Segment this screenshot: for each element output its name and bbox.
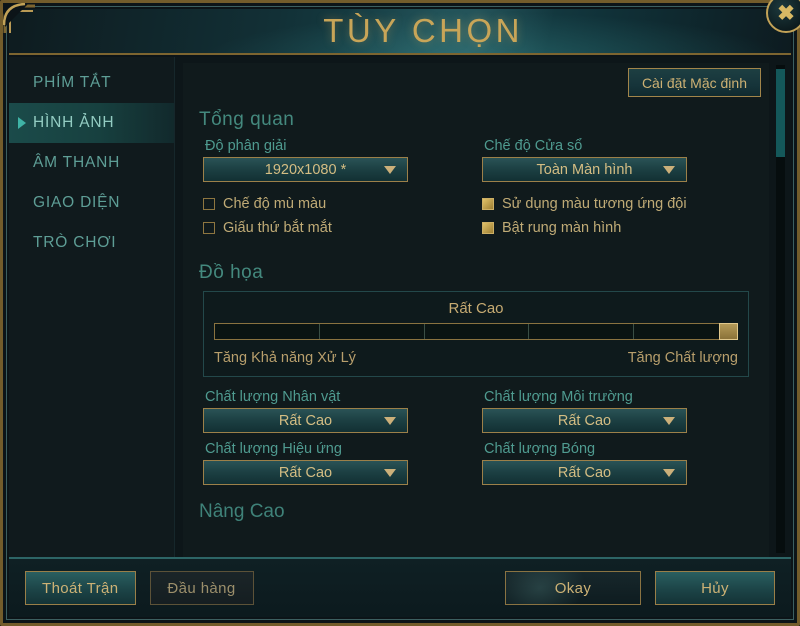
overview-section-title: Tổng quan	[199, 109, 295, 130]
resolution-dropdown[interactable]: 1920x1080 *	[203, 157, 408, 182]
okay-label: Okay	[554, 579, 592, 597]
character-quality-dropdown[interactable]: Rất Cao	[203, 408, 408, 433]
sidebar: PHÍM TẮT HÌNH ẢNH ÂM THANH GIAO DIỆN TRÒ…	[9, 57, 175, 557]
character-quality-label: Chất lượng Nhân vật	[205, 389, 341, 405]
checkbox-label: Giấu thứ bắt mắt	[223, 220, 332, 236]
quality-settings-grid: Chất lượng Nhân vật Rất Cao Chất lượng M…	[197, 389, 755, 485]
chevron-down-icon	[663, 416, 675, 425]
window-mode-label: Chế độ Cửa sổ	[484, 138, 583, 154]
checkbox-checked-icon	[482, 222, 494, 234]
settings-panel: Cài đặt Mặc định Tổng quan Độ phân giải …	[183, 63, 769, 557]
sidebar-item-video[interactable]: HÌNH ẢNH	[9, 103, 174, 143]
checkbox-icon	[203, 198, 215, 210]
graphics-section-title: Đồ họa	[199, 262, 264, 283]
sidebar-item-label: TRÒ CHƠI	[33, 234, 117, 251]
window-mode-field: Chế độ Cửa sổ Toàn Màn hình	[476, 138, 755, 182]
overview-section: Tổng quan Độ phân giải 1920x1080 * Chế đ…	[183, 109, 769, 240]
default-settings-label: Cài đặt Mặc định	[641, 74, 747, 91]
content-scrollbar[interactable]	[776, 65, 785, 553]
advanced-section-title: Nâng Cao	[199, 501, 285, 522]
sidebar-item-audio[interactable]: ÂM THANH	[9, 143, 174, 183]
okay-button[interactable]: Okay	[505, 571, 641, 605]
checkbox-hide-eye-candy[interactable]: Giấu thứ bắt mắt	[203, 216, 462, 240]
sidebar-item-label: ÂM THANH	[33, 154, 121, 171]
quit-game-label: Thoát Trận	[42, 579, 119, 597]
cancel-button[interactable]: Hủy	[655, 571, 775, 605]
title-bar: TÙY CHỌN	[9, 9, 791, 55]
chevron-down-icon	[663, 165, 675, 174]
close-x-icon: ✖	[777, 1, 795, 25]
shadow-quality-label: Chất lượng Bóng	[484, 441, 596, 457]
sidebar-item-hotkeys[interactable]: PHÍM TẮT	[9, 63, 174, 103]
sidebar-item-label: PHÍM TẮT	[33, 74, 112, 91]
quit-game-button[interactable]: Thoát Trận	[25, 571, 136, 605]
shadow-quality-value: Rất Cao	[557, 464, 612, 481]
shadow-quality-field: Chất lượng Bóng Rất Cao	[476, 441, 755, 485]
effects-quality-label: Chất lượng Hiệu ứng	[205, 441, 342, 457]
effects-quality-field: Chất lượng Hiệu ứng Rất Cao	[197, 441, 476, 485]
effects-quality-dropdown[interactable]: Rất Cao	[203, 460, 408, 485]
surrender-label: Đầu hàng	[167, 579, 236, 597]
resolution-label: Độ phân giải	[205, 138, 287, 154]
chevron-down-icon	[384, 468, 396, 477]
checkbox-colorblind-mode[interactable]: Chế độ mù màu	[203, 192, 462, 216]
checkbox-screen-shake[interactable]: Bật rung màn hình	[482, 216, 741, 240]
page-title: TÙY CHỌN	[323, 12, 523, 49]
checkbox-icon	[203, 222, 215, 234]
environment-quality-dropdown[interactable]: Rất Cao	[482, 408, 687, 433]
environment-quality-value: Rất Cao	[557, 412, 612, 429]
slider-left-label: Tăng Khả năng Xử Lý	[214, 350, 356, 366]
resolution-field: Độ phân giải 1920x1080 *	[197, 138, 476, 182]
slider-right-label: Tăng Chất lượng	[627, 350, 738, 366]
checkbox-label: Chế độ mù màu	[223, 196, 327, 212]
chevron-down-icon	[663, 468, 675, 477]
graphics-section: Đồ họa Rất Cao Tăng Khả năng Xử Lý Tăng …	[183, 262, 769, 485]
checkbox-label: Sử dụng màu tương ứng đội	[502, 196, 687, 212]
sidebar-item-interface[interactable]: GIAO DIỆN	[9, 183, 174, 223]
character-quality-value: Rất Cao	[278, 412, 333, 429]
checkbox-checked-icon	[482, 198, 494, 210]
effects-quality-value: Rất Cao	[278, 464, 333, 481]
window-mode-value: Toàn Màn hình	[536, 161, 633, 178]
resolution-value: 1920x1080 *	[264, 161, 347, 178]
environment-quality-field: Chất lượng Môi trường Rất Cao	[476, 389, 755, 433]
content-area: Cài đặt Mặc định Tổng quan Độ phân giải …	[175, 57, 791, 557]
checkbox-label: Bật rung màn hình	[502, 220, 622, 236]
chevron-right-icon	[18, 117, 26, 129]
sidebar-item-label: HÌNH ẢNH	[33, 114, 115, 131]
graphics-quality-value: Rất Cao	[448, 300, 504, 317]
graphics-quality-slider[interactable]	[214, 323, 738, 340]
scrollbar-thumb[interactable]	[776, 69, 785, 157]
window-mode-dropdown[interactable]: Toàn Màn hình	[482, 157, 687, 182]
default-settings-button[interactable]: Cài đặt Mặc định	[627, 68, 761, 97]
shadow-quality-dropdown[interactable]: Rất Cao	[482, 460, 687, 485]
options-window: TÙY CHỌN ✖ PHÍM TẮT HÌNH ẢNH ÂM THANH GI…	[0, 0, 800, 626]
environment-quality-label: Chất lượng Môi trường	[484, 389, 633, 405]
body-area: PHÍM TẮT HÌNH ẢNH ÂM THANH GIAO DIỆN TRÒ…	[9, 57, 791, 557]
chevron-down-icon	[384, 416, 396, 425]
checkbox-team-colors[interactable]: Sử dụng màu tương ứng đội	[482, 192, 741, 216]
footer-bar: Thoát Trận Đầu hàng Okay Hủy	[9, 557, 791, 617]
graphics-quality-slider-box: Rất Cao Tăng Khả năng Xử Lý Tăng Chất lư…	[203, 291, 749, 377]
character-quality-field: Chất lượng Nhân vật Rất Cao	[197, 389, 476, 433]
surrender-button[interactable]: Đầu hàng	[149, 571, 254, 605]
chevron-down-icon	[384, 165, 396, 174]
sidebar-item-game[interactable]: TRÒ CHƠI	[9, 223, 174, 263]
slider-handle[interactable]	[719, 323, 738, 340]
cancel-label: Hủy	[701, 579, 729, 597]
panel-toolbar: Cài đặt Mặc định	[183, 63, 769, 107]
sidebar-item-label: GIAO DIỆN	[33, 194, 121, 211]
